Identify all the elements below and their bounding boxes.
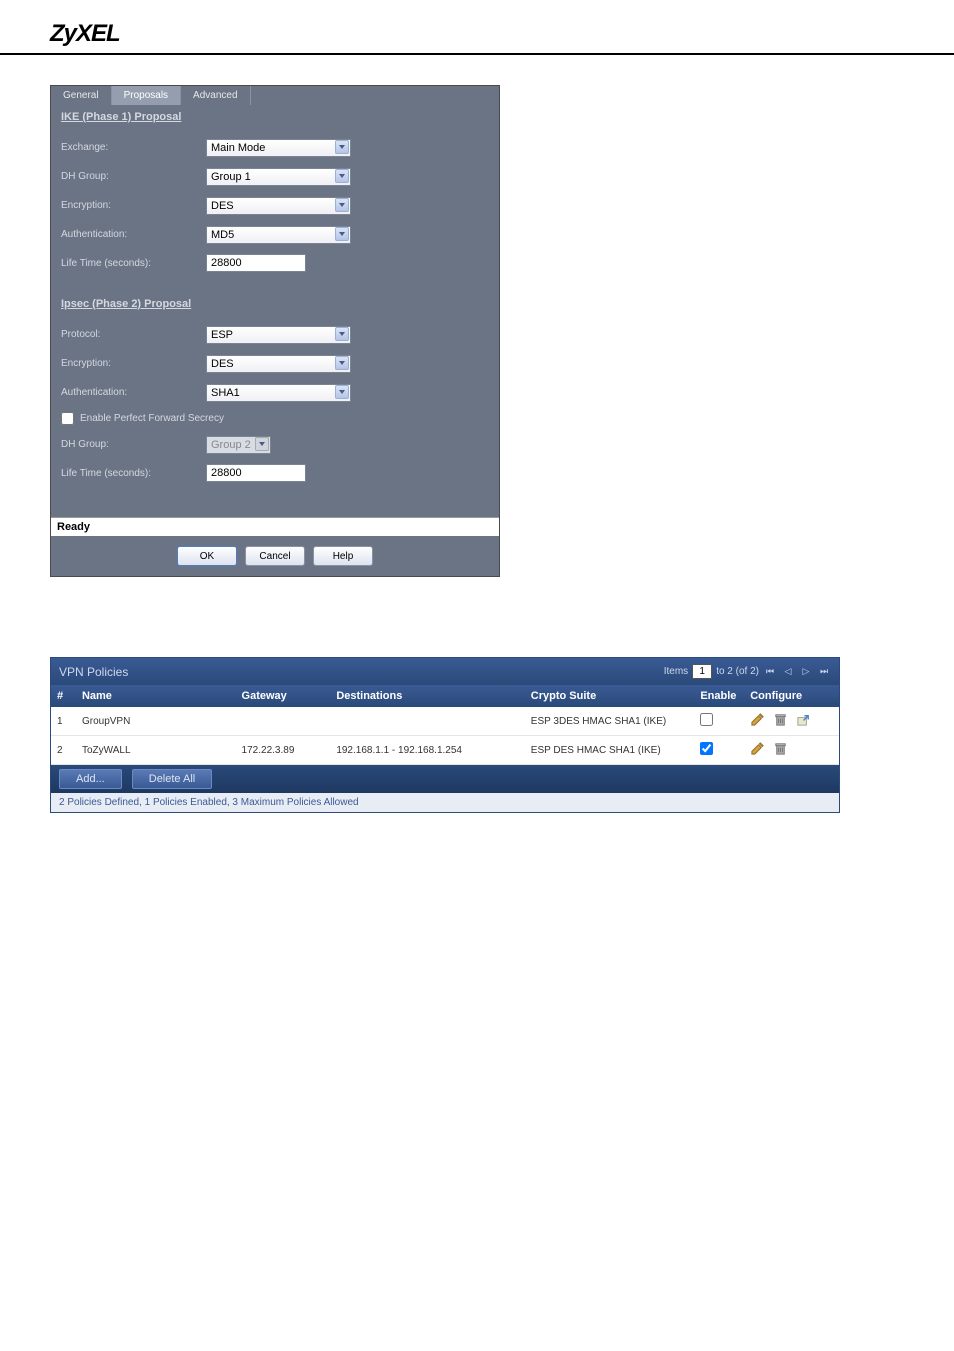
- pager-items-input[interactable]: [692, 664, 712, 679]
- auth1-select[interactable]: [206, 226, 351, 244]
- encryption1-select[interactable]: [206, 197, 351, 215]
- encryption1-label: Encryption:: [61, 200, 206, 211]
- row-num: 2: [51, 740, 76, 761]
- row-crypto: ESP 3DES HMAC SHA1 (IKE): [525, 711, 695, 732]
- row-gateway: 172.22.3.89: [236, 740, 331, 761]
- lifetime1-input[interactable]: [206, 254, 306, 272]
- delete-all-button[interactable]: Delete All: [132, 769, 212, 789]
- table-row: 1GroupVPN ESP 3DES HMAC SHA1 (IKE): [51, 707, 839, 736]
- lifetime1-label: Life Time (seconds):: [61, 258, 206, 269]
- tab-proposals[interactable]: Proposals: [112, 86, 181, 105]
- proposals-dialog: General Proposals Advanced IKE (Phase 1)…: [50, 85, 500, 577]
- cancel-button[interactable]: Cancel: [245, 546, 305, 566]
- auth2-select[interactable]: [206, 384, 351, 402]
- export-icon[interactable]: [796, 712, 811, 730]
- enable-checkbox[interactable]: [700, 742, 713, 755]
- pager-range: to 2 (of 2): [716, 666, 759, 677]
- dhgroup2-label: DH Group:: [61, 439, 206, 450]
- col-name-header: Name: [76, 685, 236, 707]
- table-row: 2ToZyWALL172.22.3.89192.168.1.1 - 192.16…: [51, 736, 839, 765]
- vpn-status: 2 Policies Defined, 1 Policies Enabled, …: [51, 793, 839, 812]
- col-configure-header: Configure: [744, 685, 839, 707]
- pfs-label: Enable Perfect Forward Secrecy: [80, 413, 224, 424]
- trash-icon[interactable]: [773, 741, 788, 759]
- enable-checkbox[interactable]: [700, 713, 713, 726]
- col-num-header: #: [51, 685, 76, 707]
- col-gateway-header: Gateway: [236, 685, 331, 707]
- col-destinations-header: Destinations: [330, 685, 524, 707]
- dhgroup1-label: DH Group:: [61, 171, 206, 182]
- pfs-checkbox[interactable]: [61, 412, 74, 425]
- encryption2-select[interactable]: [206, 355, 351, 373]
- row-destinations: [330, 716, 524, 726]
- next-page-icon[interactable]: ▷: [799, 665, 813, 679]
- lifetime2-label: Life Time (seconds):: [61, 468, 206, 479]
- row-name: ToZyWALL: [76, 740, 236, 761]
- add-button[interactable]: Add...: [59, 769, 122, 789]
- exchange-label: Exchange:: [61, 142, 206, 153]
- brand-logo: ZyXEL: [50, 20, 924, 48]
- vpn-title: VPN Policies: [59, 665, 128, 679]
- exchange-select[interactable]: [206, 139, 351, 157]
- auth2-label: Authentication:: [61, 387, 206, 398]
- protocol-label: Protocol:: [61, 329, 206, 340]
- phase2-header: Ipsec (Phase 2) Proposal: [51, 292, 499, 316]
- dhgroup1-select[interactable]: [206, 168, 351, 186]
- row-gateway: [236, 716, 331, 726]
- vpn-pager: Items to 2 (of 2) ⏮ ◁ ▷ ⏭: [664, 664, 831, 679]
- encryption2-label: Encryption:: [61, 358, 206, 369]
- tab-general[interactable]: General: [51, 86, 112, 105]
- row-destinations: 192.168.1.1 - 192.168.1.254: [330, 740, 524, 761]
- edit-icon[interactable]: [750, 712, 765, 730]
- first-page-icon[interactable]: ⏮: [763, 665, 777, 679]
- row-crypto: ESP DES HMAC SHA1 (IKE): [525, 740, 695, 761]
- pager-items-label: Items: [664, 666, 688, 677]
- lifetime2-input[interactable]: [206, 464, 306, 482]
- dhgroup2-select: [206, 436, 271, 454]
- dialog-status: Ready: [51, 517, 499, 536]
- prev-page-icon[interactable]: ◁: [781, 665, 795, 679]
- col-crypto-header: Crypto Suite: [525, 685, 695, 707]
- row-num: 1: [51, 711, 76, 732]
- phase1-header: IKE (Phase 1) Proposal: [51, 105, 499, 129]
- tab-advanced[interactable]: Advanced: [181, 86, 250, 105]
- dialog-tabs: General Proposals Advanced: [51, 86, 499, 105]
- auth1-label: Authentication:: [61, 229, 206, 240]
- last-page-icon[interactable]: ⏭: [817, 665, 831, 679]
- vpn-header-row: # Name Gateway Destinations Crypto Suite…: [51, 685, 839, 707]
- protocol-select[interactable]: [206, 326, 351, 344]
- row-name: GroupVPN: [76, 711, 236, 732]
- col-enable-header: Enable: [694, 685, 744, 707]
- help-button[interactable]: Help: [313, 546, 373, 566]
- edit-icon[interactable]: [750, 741, 765, 759]
- trash-icon[interactable]: [773, 712, 788, 730]
- ok-button[interactable]: OK: [177, 546, 237, 566]
- vpn-policies-panel: VPN Policies Items to 2 (of 2) ⏮ ◁ ▷ ⏭ #…: [50, 657, 840, 813]
